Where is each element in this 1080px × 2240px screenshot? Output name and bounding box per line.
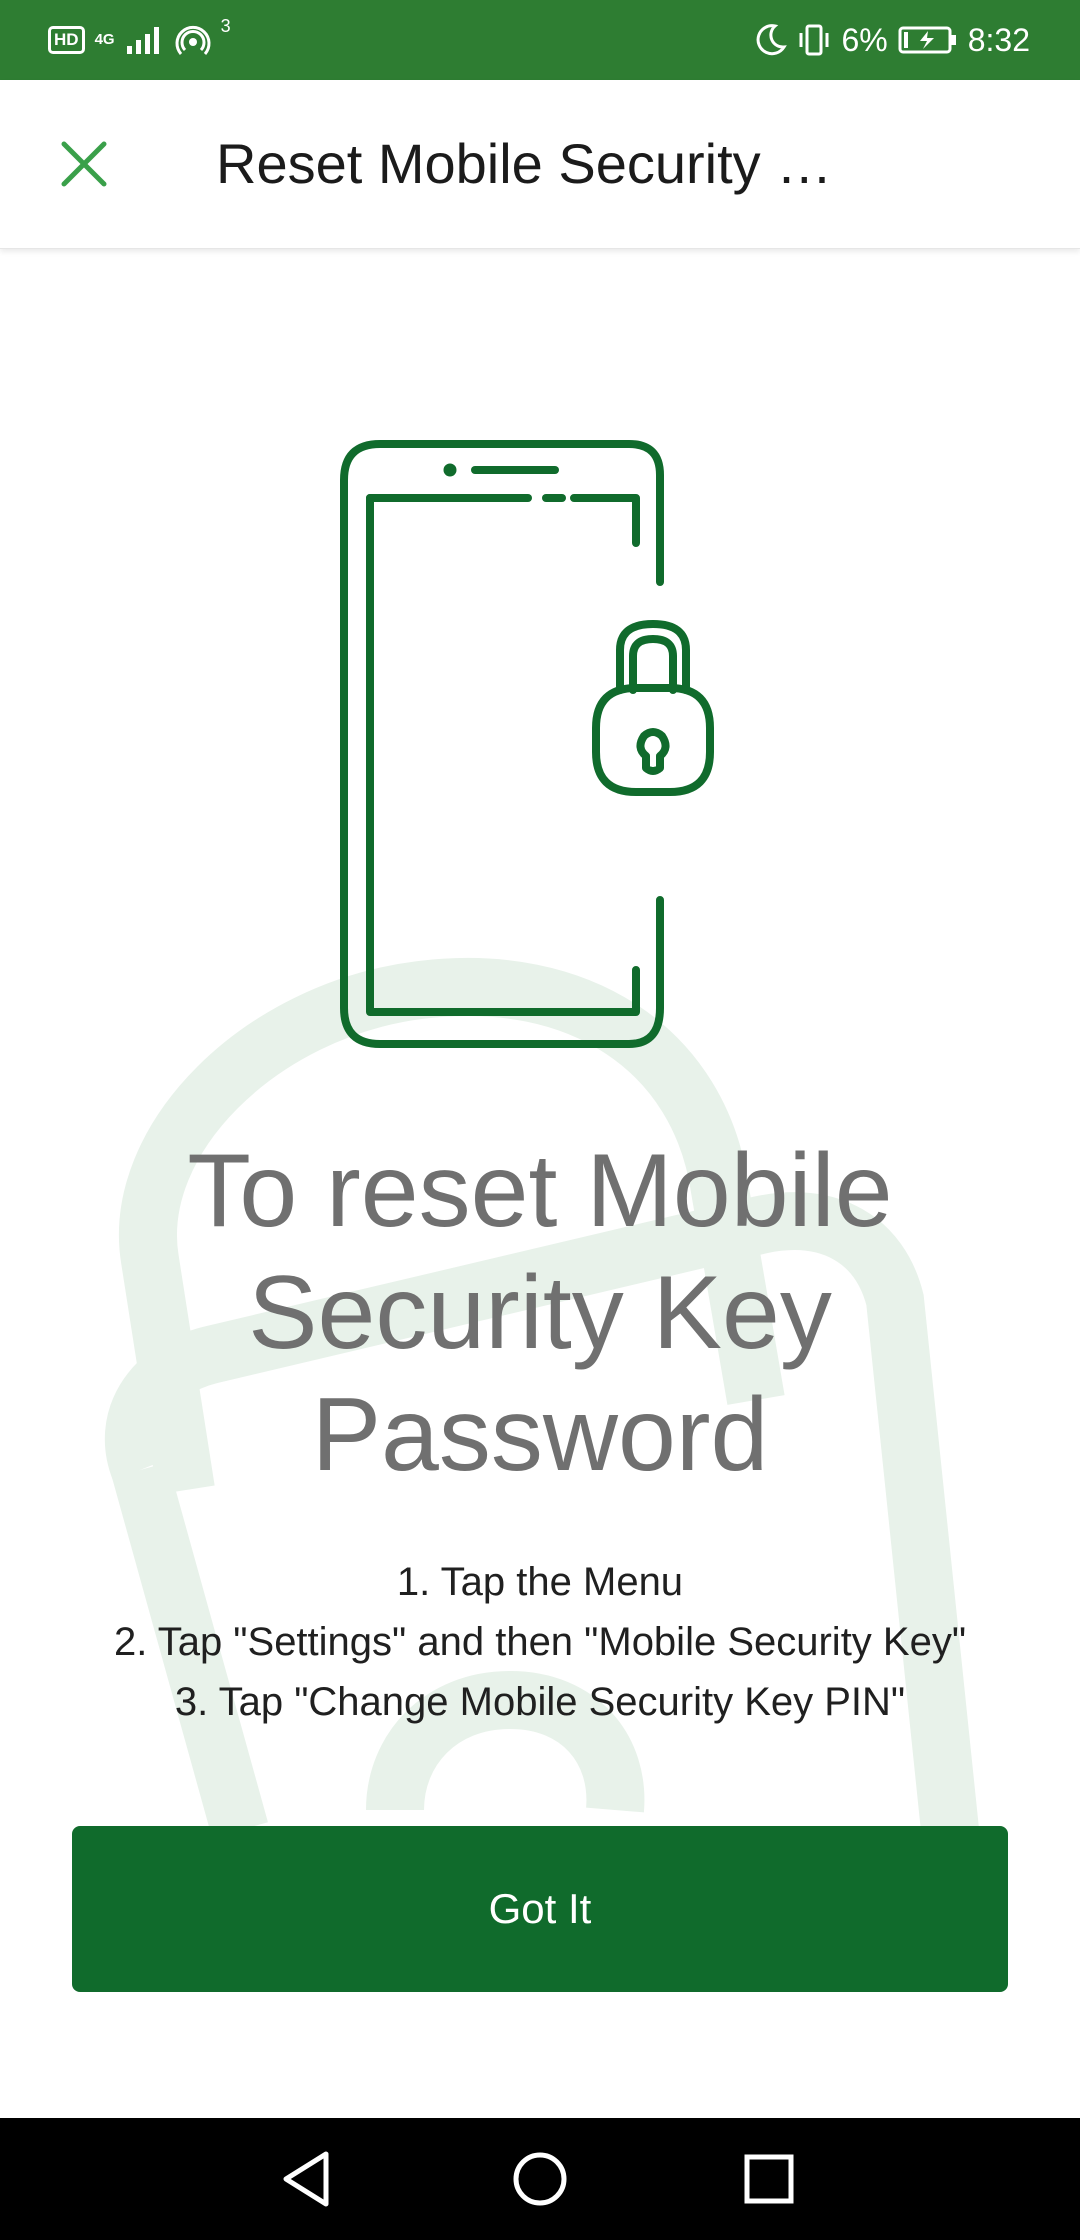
hd-icon: HD	[48, 26, 85, 54]
clock: 8:32	[967, 21, 1030, 58]
vibrate-icon	[799, 24, 829, 56]
close-button[interactable]	[46, 126, 122, 202]
step-item: 3. Tap "Change Mobile Security Key PIN"	[174, 1680, 906, 1724]
hotspot-count: 3	[220, 15, 231, 36]
page-title: Reset Mobile Security …	[216, 132, 833, 195]
instruction-heading: To reset Mobile Security Key Password	[187, 1133, 893, 1493]
step-item: 1. Tap the Menu	[396, 1560, 684, 1604]
status-left: HD 4G 3	[48, 0, 231, 80]
steps-list: 1. Tap the Menu 2. Tap "Settings" and th…	[40, 1552, 1040, 1732]
battery-percent: 6%	[841, 21, 888, 58]
status-right: 6% 8:32	[755, 0, 1030, 80]
hotspot-icon	[175, 25, 211, 55]
step-item: 2. Tap "Settings" and then "Mobile Secur…	[113, 1620, 967, 1664]
recents-icon[interactable]	[732, 2142, 806, 2216]
battery-charging-icon	[898, 26, 956, 54]
got-it-button[interactable]: Got It	[72, 1826, 1008, 1992]
navigation-bar	[0, 2118, 1080, 2240]
network-type: 4G	[94, 31, 115, 48]
app-bar: Reset Mobile Security …	[0, 80, 1080, 249]
close-icon	[61, 141, 107, 187]
status-bar: HD 4G 3 6% 8:32	[0, 0, 1080, 80]
signal-icon	[126, 27, 159, 54]
back-icon[interactable]	[272, 2142, 346, 2216]
home-icon[interactable]	[503, 2142, 577, 2216]
phone-lock-icon	[340, 440, 714, 1048]
moon-icon	[757, 24, 788, 56]
